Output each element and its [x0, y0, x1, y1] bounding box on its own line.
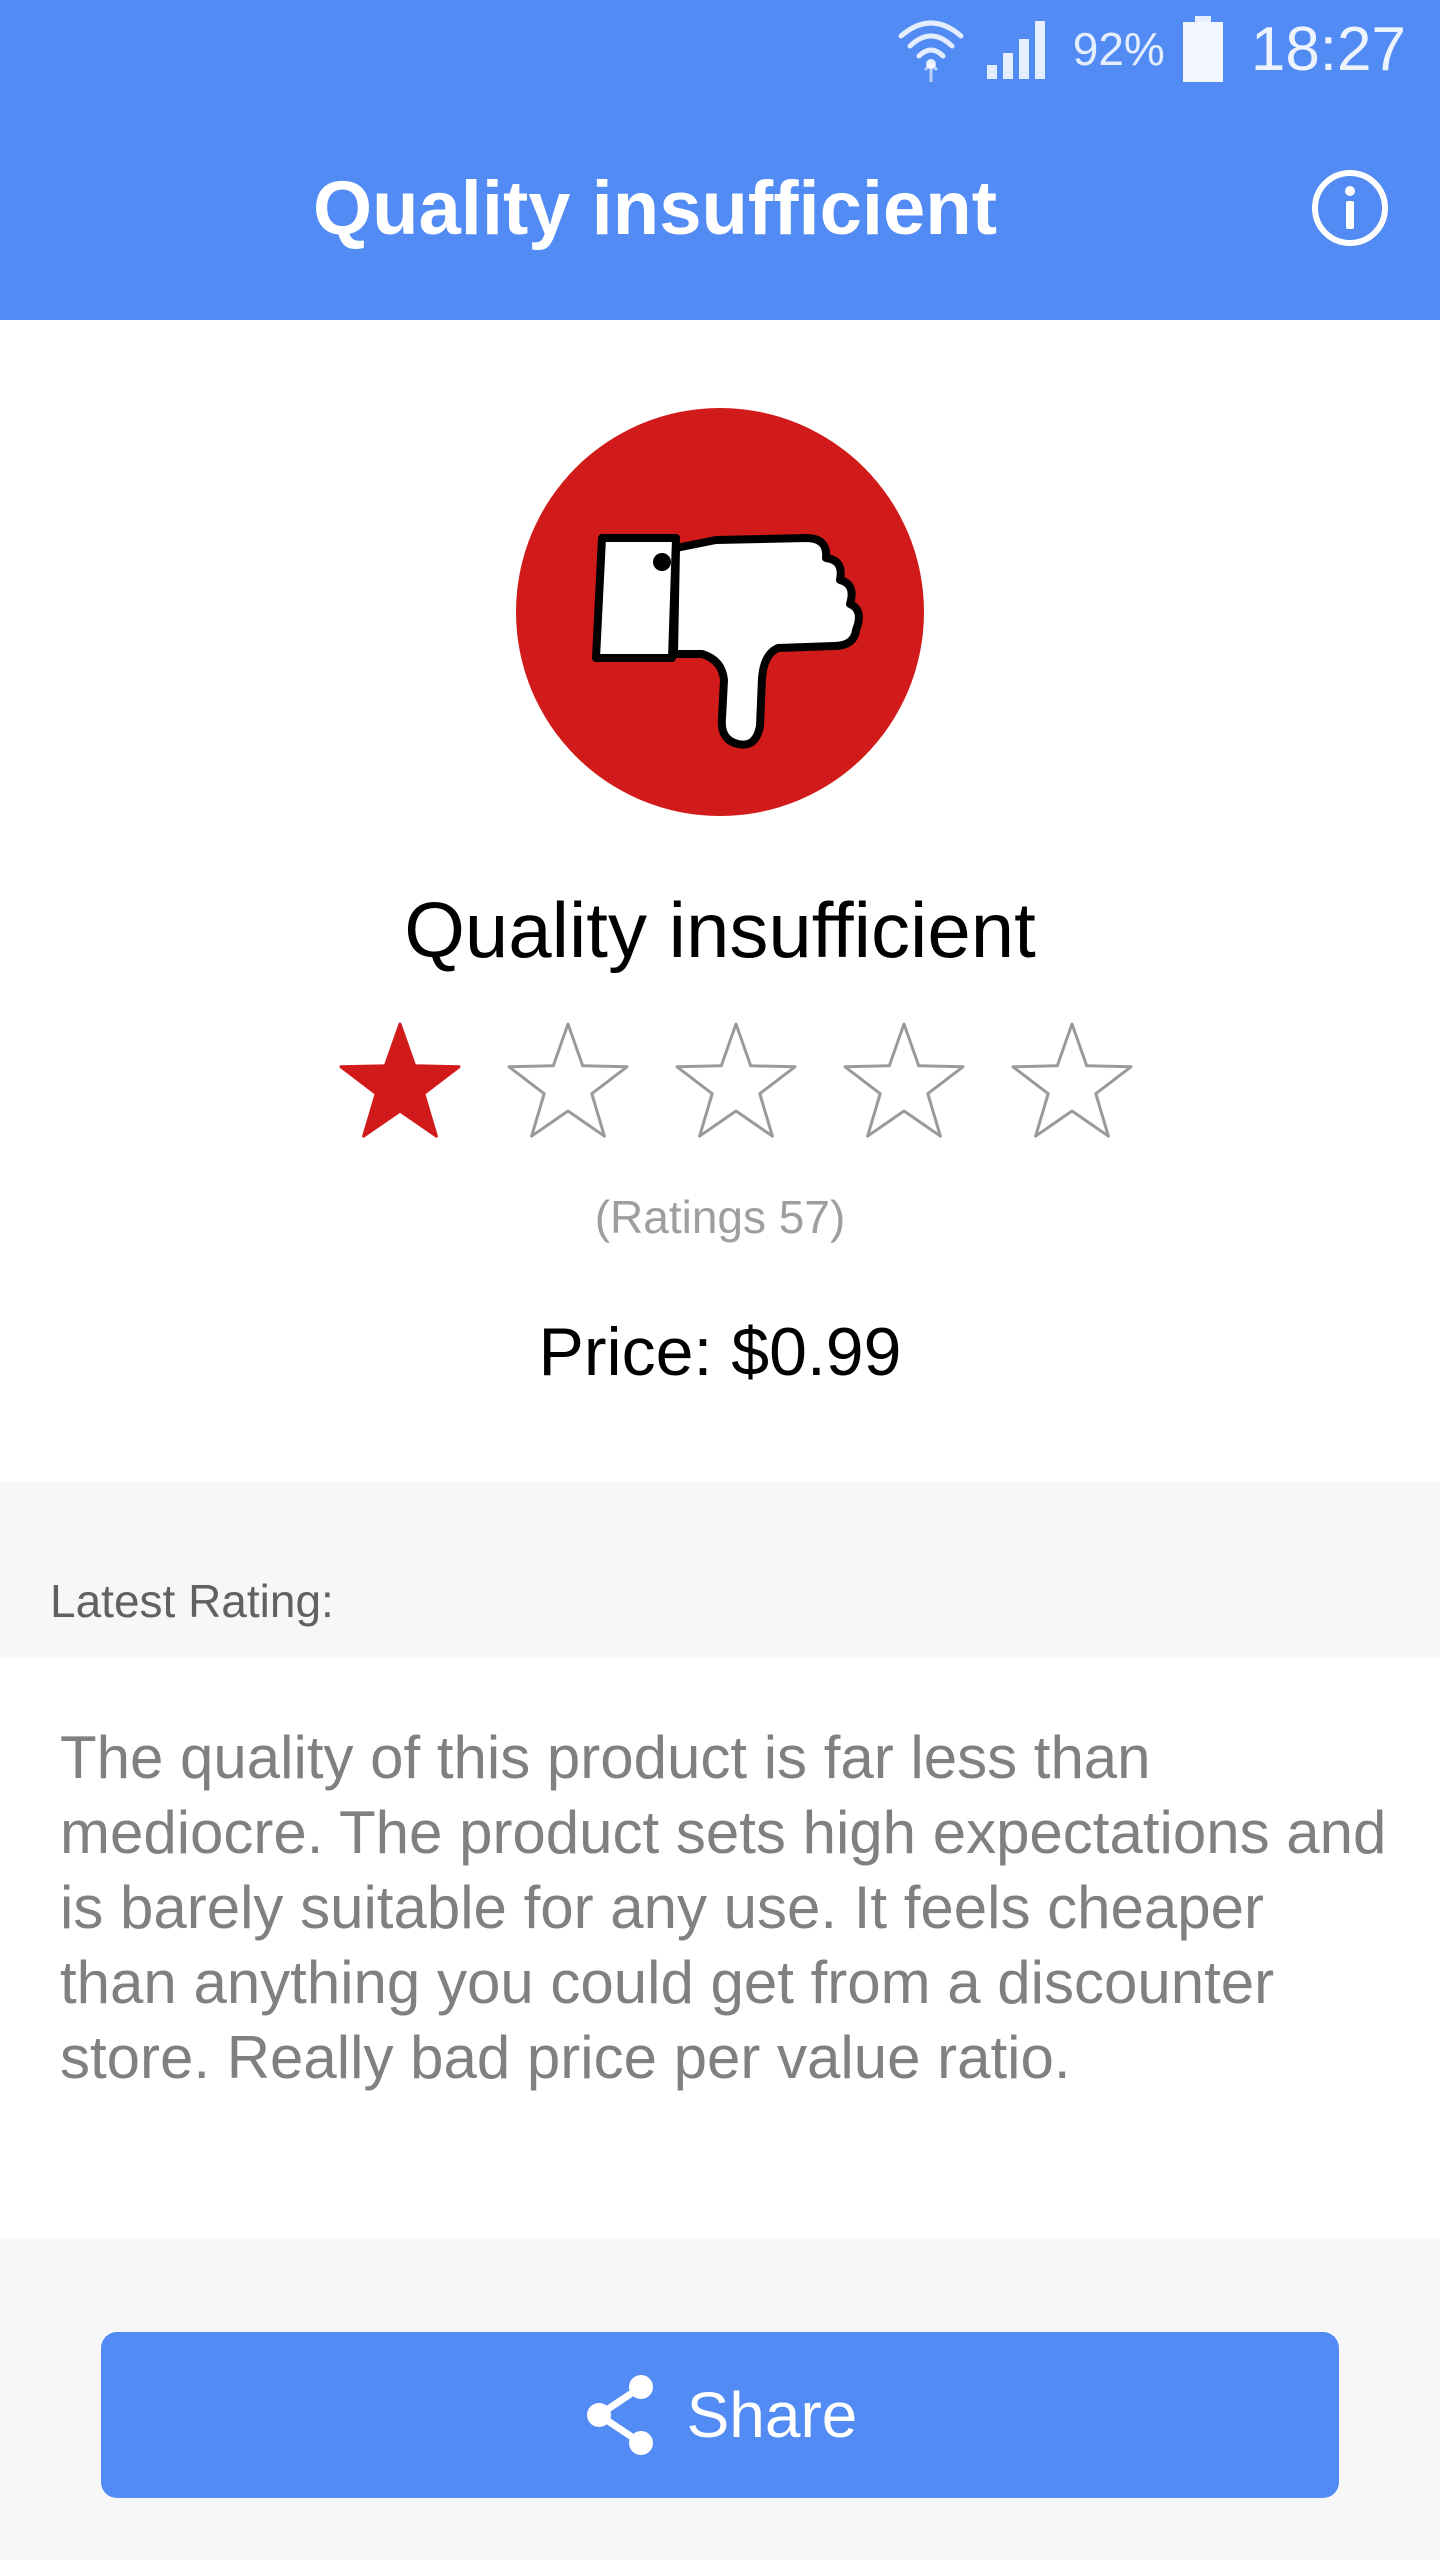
latest-rating-label: Latest Rating:	[50, 1575, 334, 1627]
status-bar: 92% 18:27	[0, 0, 1440, 96]
share-icon	[586, 2375, 653, 2455]
product-title: Quality insufficient	[404, 886, 1036, 974]
star-empty-icon	[843, 1022, 965, 1138]
ratings-count: (Ratings 57)	[594, 1191, 846, 1243]
wifi-icon	[895, 14, 967, 84]
info-button[interactable]	[1310, 168, 1390, 248]
signal-icon	[985, 17, 1055, 81]
info-icon	[1312, 170, 1388, 246]
app-bar: Quality insufficient	[0, 96, 1440, 320]
clock: 18:27	[1250, 14, 1406, 84]
app-bar-title: Quality insufficient	[312, 165, 998, 251]
star-filled-icon	[339, 1022, 461, 1138]
review-text: The quality of this product is far less …	[60, 1724, 1387, 2091]
battery-icon	[1182, 16, 1223, 82]
star-empty-icon	[1011, 1022, 1133, 1138]
star-empty-icon	[675, 1022, 797, 1138]
thumbs-down-icon	[516, 408, 924, 816]
star-empty-icon	[507, 1022, 629, 1138]
battery-percent: 92%	[1072, 23, 1165, 75]
status-icons: 92% 18:27	[895, 14, 1406, 84]
share-button[interactable]: Share	[101, 2332, 1339, 2498]
star-rating	[334, 1016, 1138, 1148]
share-label: Share	[686, 2379, 858, 2451]
price: Price: $0.99	[538, 1314, 902, 1390]
latest-rating-header	[0, 1482, 1440, 1658]
